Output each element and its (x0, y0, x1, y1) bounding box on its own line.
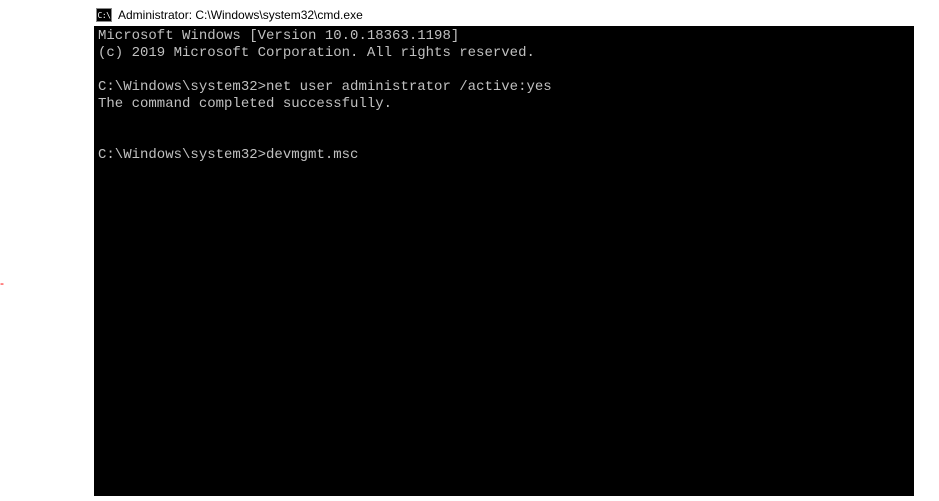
terminal-line: The command completed successfully. (98, 96, 392, 112)
prompt: C:\Windows\system32> (98, 79, 266, 95)
cmd-window: C:\ Administrator: C:\Windows\system32\c… (94, 4, 914, 496)
titlebar[interactable]: C:\ Administrator: C:\Windows\system32\c… (94, 4, 914, 26)
terminal-line: Microsoft Windows [Version 10.0.18363.11… (98, 28, 459, 44)
window-title: Administrator: C:\Windows\system32\cmd.e… (118, 8, 363, 22)
prompt: C:\Windows\system32> (98, 147, 266, 163)
command-text: devmgmt.msc (266, 147, 358, 163)
terminal-line: (c) 2019 Microsoft Corporation. All righ… (98, 45, 535, 61)
cmd-icon: C:\ (96, 8, 112, 22)
terminal-body[interactable]: Microsoft Windows [Version 10.0.18363.11… (94, 26, 914, 496)
stray-mark: - (0, 282, 4, 284)
command-text: net user administrator /active:yes (266, 79, 552, 95)
